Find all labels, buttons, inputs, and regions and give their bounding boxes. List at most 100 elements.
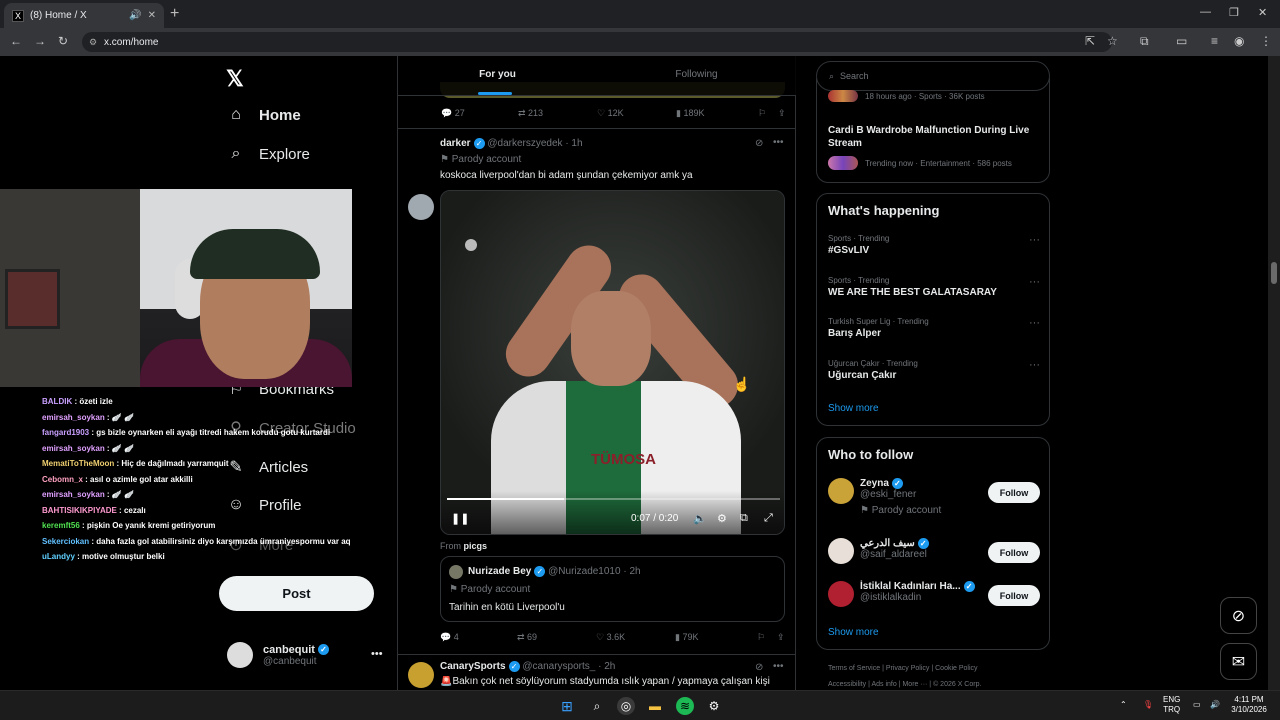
volume-icon[interactable]: 🔈 — [693, 512, 707, 525]
news-title[interactable]: Cardi B Wardrobe Malfunction During Live… — [828, 124, 1040, 150]
forward-icon[interactable]: → — [34, 34, 46, 48]
menu-icon[interactable]: ⋮ — [1260, 34, 1272, 48]
language-indicator[interactable]: ENG TRQ — [1163, 695, 1180, 715]
repost-button[interactable]: ⇄ 213 — [518, 108, 597, 119]
back-icon[interactable]: ← — [10, 34, 22, 48]
tray-overflow-icon[interactable]: ⌃ — [1120, 700, 1127, 710]
reply-button[interactable]: 💬 27 — [441, 108, 518, 119]
share-button[interactable]: ⇪ — [778, 108, 786, 119]
grok-fab-button[interactable]: ⊘ — [1220, 597, 1257, 634]
volume-icon[interactable]: 🔊 — [1210, 700, 1220, 710]
more-dots-icon[interactable]: ••• — [773, 137, 784, 148]
site-info-icon[interactable]: ⚙ — [89, 37, 97, 48]
reply-button[interactable]: 💬 4 — [440, 632, 517, 643]
follow-button[interactable]: Follow — [988, 585, 1040, 606]
x-logo-icon[interactable]: 𝕏 — [226, 66, 244, 92]
footer-link[interactable]: Privacy Policy | — [886, 665, 935, 672]
footer-link[interactable]: Accessibility | — [828, 681, 871, 688]
tweet-video[interactable]: TÜMOSA ❚❚ 0:07 / 0:20 🔈 ⚙ ⧉ ⤢ — [440, 190, 785, 535]
footer-link[interactable]: Cookie Policy — [935, 665, 977, 672]
grok-icon[interactable]: ⊘ — [755, 662, 763, 673]
grok-icon[interactable]: ⊘ — [755, 138, 763, 149]
views-button[interactable]: ▮ 79K — [675, 632, 757, 643]
bookmark-button[interactable]: ⚐ — [758, 108, 778, 119]
trend-item[interactable]: Uğurcan Çakır · Trending Uğurcan Çakır ··· — [828, 359, 1040, 381]
maximize-icon[interactable]: ❐ — [1229, 6, 1239, 19]
more-dots-icon[interactable]: ··· — [1029, 234, 1040, 246]
footer-link[interactable]: © 2026 X Corp. — [933, 681, 981, 688]
trend-item[interactable]: Turkish Super Lig · Trending Barış Alper ·… — [828, 317, 1040, 339]
repost-button[interactable]: ⇄ 69 — [517, 632, 596, 643]
settings-icon[interactable]: ⚙ — [717, 512, 727, 525]
tweet-author-name[interactable]: darker — [440, 138, 471, 149]
nav-home[interactable]: ⌂ Home — [227, 106, 301, 124]
show-more-link[interactable]: Show more — [828, 403, 879, 414]
more-dots-icon[interactable]: ••• — [773, 661, 784, 672]
follow-button[interactable]: Follow — [988, 482, 1040, 503]
tweet-author-handle[interactable]: @canarysports_ — [522, 661, 595, 672]
show-more-link[interactable]: Show more — [828, 627, 879, 638]
microphone-icon[interactable]: 🎙 — [1143, 700, 1153, 710]
avatar[interactable] — [408, 194, 434, 220]
tweet-author-name[interactable]: CanarySports — [440, 661, 506, 672]
bookmark-star-icon[interactable]: ☆ — [1107, 34, 1118, 48]
follow-suggestion[interactable]: سيف الدرعي ✓ @saif_aldareel Follow — [828, 538, 1040, 564]
file-explorer-icon[interactable]: ▬ — [646, 697, 664, 715]
tab-following[interactable]: Following — [597, 56, 796, 95]
spotify-icon[interactable]: ≋ — [676, 697, 694, 715]
from-user-link[interactable]: picgs — [464, 541, 488, 551]
reload-icon[interactable]: ↻ — [58, 34, 68, 48]
close-tab-icon[interactable]: ✕ — [148, 10, 156, 21]
footer-link[interactable]: Ads info | — [871, 681, 902, 688]
more-dots-icon[interactable]: ••• — [371, 648, 383, 660]
sidepanel-icon[interactable]: ▭ — [1176, 34, 1187, 48]
views-button[interactable]: ▮ 189K — [676, 108, 758, 119]
bookmark-button[interactable]: ⚐ — [757, 632, 777, 643]
pause-icon[interactable]: ❚❚ — [451, 512, 469, 525]
video-progress[interactable] — [447, 498, 780, 500]
fullscreen-icon[interactable]: ⤢ — [764, 512, 773, 525]
trend-name: WE ARE THE BEST GALATASARAY — [828, 286, 997, 298]
footer-link[interactable]: Terms of Service | — [828, 665, 886, 672]
close-window-icon[interactable]: ✕ — [1258, 6, 1267, 19]
like-button[interactable]: ♡ 12K — [597, 108, 676, 119]
avatar[interactable] — [408, 662, 434, 688]
minimize-icon[interactable]: — — [1200, 6, 1211, 18]
trend-item[interactable]: Sports · Trending WE ARE THE BEST GALATAS… — [828, 276, 1040, 298]
tab-for-you[interactable]: For you — [398, 56, 597, 95]
profile-icon[interactable]: ◉ — [1234, 34, 1244, 48]
media-icon[interactable]: ≡ — [1211, 34, 1218, 48]
taskbar-search-icon[interactable]: ⌕ — [588, 697, 606, 715]
page-scrollbar[interactable] — [1268, 56, 1280, 690]
address-bar[interactable]: ⚙ x.com/home — [82, 32, 1112, 52]
network-icon[interactable]: ▭ — [1193, 700, 1201, 710]
more-dots-icon[interactable]: ··· — [1029, 317, 1040, 329]
browser-tab[interactable]: X (8) Home / X 🔊 ✕ — [4, 3, 164, 28]
install-app-icon[interactable]: ⇱ — [1085, 34, 1095, 48]
app-icon[interactable]: ⚙ — [705, 697, 723, 715]
account-switcher[interactable]: canbequit ✓ @canbequit ••• — [227, 642, 383, 668]
tweet-time[interactable]: · 2h — [598, 661, 615, 672]
extensions-icon[interactable]: ⧉ — [1140, 34, 1149, 49]
more-dots-icon[interactable]: ··· — [1029, 359, 1040, 371]
follow-suggestion[interactable]: Zeyna ✓ @eski_fener ⚑ Parody account Follow — [828, 478, 1040, 516]
messages-fab-button[interactable]: ✉ — [1220, 643, 1257, 680]
chrome-icon[interactable]: ◎ — [617, 697, 635, 715]
like-button[interactable]: ♡ 3.6K — [596, 632, 675, 643]
quoted-tweet[interactable]: Nurizade Bey ✓ @Nurizade1010 · 2h ⚑ Parod… — [440, 556, 785, 622]
trend-item[interactable]: Sports · Trending #GSvLIV ··· — [828, 234, 1040, 256]
pip-icon[interactable]: ⧉ — [740, 512, 748, 525]
tweet-author-handle[interactable]: @darkerszyedek — [487, 138, 562, 149]
footer-link[interactable]: More ··· | — [902, 681, 933, 688]
speaker-icon[interactable]: 🔊 — [129, 10, 141, 21]
windows-start-icon[interactable]: ⊞ — [558, 697, 576, 715]
post-button[interactable]: Post — [219, 576, 374, 611]
follow-button[interactable]: Follow — [988, 542, 1040, 563]
clock[interactable]: 4:11 PM 3/10/2026 — [1228, 695, 1270, 715]
new-tab-icon[interactable]: + — [170, 5, 179, 23]
nav-explore[interactable]: ⌕ Explore — [227, 145, 310, 163]
tweet-time[interactable]: · 1h — [565, 138, 582, 149]
more-dots-icon[interactable]: ··· — [1029, 276, 1040, 288]
follow-suggestion[interactable]: İstiklal Kadınları Ha... ✓ @istiklalkadin F… — [828, 581, 1040, 607]
share-button[interactable]: ⇪ — [777, 632, 785, 643]
